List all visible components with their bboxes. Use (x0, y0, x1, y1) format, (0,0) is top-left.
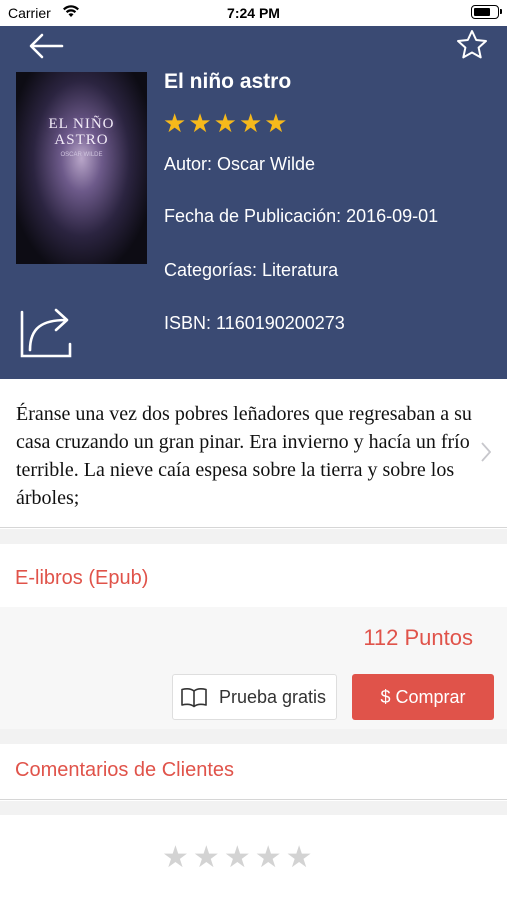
isbn-label: ISBN: 1160190200273 (164, 313, 345, 333)
star-empty-icon[interactable]: ★ (162, 842, 189, 874)
star-empty-icon[interactable]: ★ (286, 842, 313, 874)
section-separator (0, 529, 507, 544)
open-book-icon (181, 688, 207, 708)
status-bar: Carrier 7:24 PM (0, 0, 507, 26)
cover-title: EL NIÑO ASTRO (48, 116, 115, 148)
reviews-section-header: Comentarios de Clientes (0, 744, 507, 800)
star-filled-icon: ★ (238, 108, 263, 138)
book-header: EL NIÑO ASTRO OSCAR WILDE El niño astro … (0, 26, 507, 379)
star-empty-icon[interactable]: ★ (255, 842, 282, 874)
star-outline-icon (457, 30, 487, 59)
book-rating: ★ ★ ★ ★ ★ (163, 110, 288, 136)
star-filled-icon: ★ (264, 108, 288, 138)
ebook-section-label: E-libros (Epub) (15, 567, 149, 589)
share-button[interactable] (18, 304, 74, 360)
star-filled-icon: ★ (163, 108, 187, 138)
chevron-right-icon (481, 442, 492, 468)
categories-label: Categorías: Literatura (164, 260, 339, 280)
section-separator (0, 729, 507, 744)
arrow-left-icon (29, 33, 64, 59)
clock: 7:24 PM (227, 5, 280, 21)
back-button[interactable] (26, 30, 66, 62)
book-description: Éranse una vez dos pobres leñadores que … (16, 403, 472, 509)
star-empty-icon[interactable]: ★ (193, 842, 220, 874)
ebook-section-header: E-libros (Epub) (0, 544, 507, 607)
star-filled-icon: ★ (188, 108, 212, 138)
favorite-button[interactable] (455, 28, 489, 62)
buy-button[interactable]: $ Comprar (352, 674, 494, 720)
description-cell[interactable]: Éranse una vez dos pobres leñadores que … (0, 379, 507, 528)
free-trial-button[interactable]: Prueba gratis (172, 674, 337, 720)
star-filled-icon: ★ (213, 108, 237, 138)
points-price: 112 Puntos (363, 625, 473, 650)
book-title: El niño astro (164, 70, 292, 93)
free-trial-label: Prueba gratis (219, 686, 327, 707)
user-rating-stars: ★ ★ ★ ★ ★ (162, 842, 313, 874)
reviews-section-label: Comentarios de Clientes (15, 759, 234, 781)
star-empty-icon[interactable]: ★ (224, 842, 251, 874)
share-icon (20, 308, 72, 358)
author-label: Autor: Oscar Wilde (164, 154, 316, 174)
section-separator (0, 801, 507, 815)
battery-icon (471, 5, 502, 19)
book-cover: EL NIÑO ASTRO OSCAR WILDE (16, 72, 147, 264)
user-rating-panel: ★ ★ ★ ★ ★ (0, 815, 507, 900)
publication-date-label: Fecha de Publicación: 2016-09-01 (164, 206, 439, 226)
cover-author: OSCAR WILDE (60, 152, 103, 158)
purchase-panel: 112 Puntos Prueba gratis $ Comprar (0, 607, 507, 729)
